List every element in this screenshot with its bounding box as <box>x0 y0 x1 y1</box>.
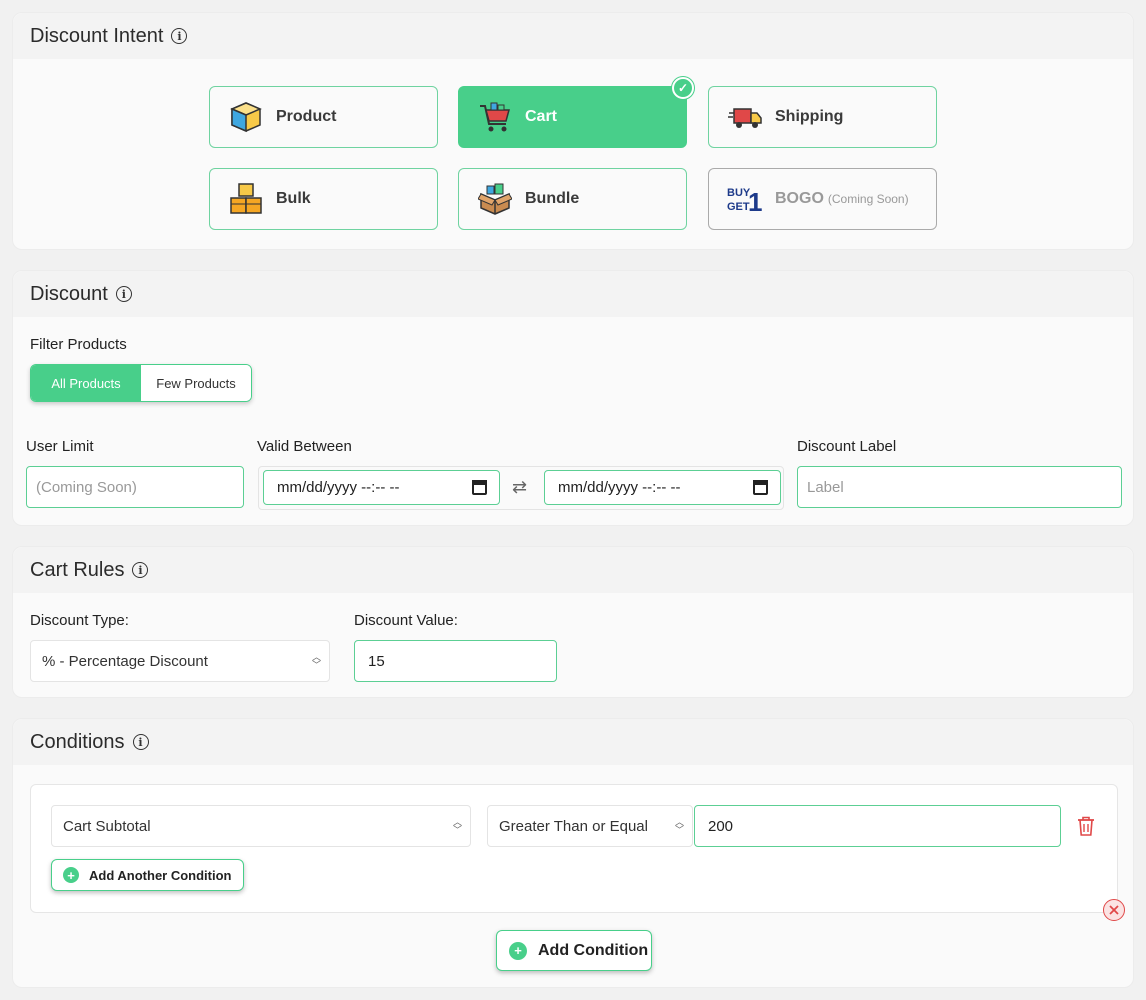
user-limit-input[interactable]: (Coming Soon) <box>26 466 244 508</box>
discount-title: Discount <box>30 282 108 305</box>
discount-type-value: % - Percentage Discount <box>42 652 208 670</box>
intent-card-product[interactable]: Product <box>209 86 438 148</box>
add-condition-label: Add Condition <box>538 941 649 959</box>
info-icon[interactable]: i <box>171 28 188 44</box>
cart-rules-title: Cart Rules <box>30 558 125 581</box>
coming-soon-label: (Coming Soon) <box>827 192 909 206</box>
discount-value-label: Discount Value: <box>354 612 458 629</box>
cart-rules-panel: Cart Rules i Discount Type: % - Percenta… <box>12 546 1134 698</box>
intent-card-label: Shipping <box>775 108 844 125</box>
intent-card-label: Product <box>276 108 337 125</box>
select-arrows-icon: ︿ ﹀ <box>452 817 462 835</box>
conditions-header: Conditions i <box>13 719 1133 765</box>
discount-type-select[interactable]: % - Percentage Discount ︿ ﹀ <box>30 640 330 682</box>
intent-card-bogo[interactable]: BUY GET 1 BOGO (Coming Soon) <box>708 168 937 230</box>
discount-type-label: Discount Type: <box>30 612 129 629</box>
date-from-value: mm/dd/yyyy --:-- -- <box>277 479 400 496</box>
condition-field-value: Cart Subtotal <box>63 817 151 835</box>
delete-trash-icon[interactable] <box>1077 816 1095 841</box>
intent-card-label: BOGO (Coming Soon) <box>775 190 909 208</box>
date-to-input[interactable]: mm/dd/yyyy --:-- -- <box>544 470 781 505</box>
calendar-icon[interactable] <box>753 480 768 495</box>
conditions-title: Conditions <box>30 730 125 753</box>
intent-card-cart[interactable]: Cart ✓ <box>458 77 694 148</box>
buy-get-1-icon: BUY GET 1 <box>727 181 763 217</box>
filter-few-products[interactable]: Few Products <box>141 365 251 401</box>
svg-text:1: 1 <box>748 187 762 216</box>
delivery-truck-icon <box>727 99 763 135</box>
info-icon[interactable]: i <box>115 286 132 302</box>
shopping-cart-icon <box>477 99 513 135</box>
condition-value-input[interactable]: 200 <box>694 805 1061 847</box>
intent-card-label: Bundle <box>525 190 580 207</box>
selected-check-icon: ✓ <box>672 77 694 99</box>
add-another-condition-label: Add Another Condition <box>89 867 232 883</box>
info-icon[interactable]: i <box>132 734 149 750</box>
discount-intent-panel: Discount Intent i Product Cart ✓ Shippin… <box>12 12 1134 250</box>
discount-intent-title: Discount Intent <box>30 24 164 47</box>
svg-text:GET: GET <box>727 201 750 213</box>
add-another-condition-button[interactable]: + Add Another Condition <box>51 859 244 891</box>
date-from-input[interactable]: mm/dd/yyyy --:-- -- <box>263 470 500 505</box>
intent-card-bundle[interactable]: Bundle <box>458 168 687 230</box>
stacked-boxes-icon <box>228 181 264 217</box>
condition-operator-select[interactable]: Greater Than or Equal ︿ ﹀ <box>487 805 693 847</box>
product-box-icon <box>228 99 264 135</box>
valid-between-label: Valid Between <box>257 438 352 455</box>
condition-field-select[interactable]: Cart Subtotal ︿ ﹀ <box>51 805 471 847</box>
plus-circle-icon: + <box>63 867 79 883</box>
filter-products-label: Filter Products <box>30 336 127 353</box>
discount-intent-header: Discount Intent i <box>13 13 1133 59</box>
valid-between-range: mm/dd/yyyy --:-- -- ⇄ mm/dd/yyyy --:-- -… <box>258 466 784 510</box>
add-condition-button[interactable]: + Add Condition <box>496 930 652 971</box>
info-icon[interactable]: i <box>132 562 149 578</box>
intent-card-label: Cart <box>525 108 558 125</box>
bundle-box-icon <box>477 181 513 217</box>
filter-all-products[interactable]: All Products <box>31 365 141 401</box>
remove-group-close-icon[interactable] <box>1103 899 1125 921</box>
conditions-panel: Conditions i Cart Subtotal ︿ ﹀ Greater Th… <box>12 718 1134 988</box>
select-arrows-icon: ︿ ﹀ <box>674 817 684 835</box>
cart-rules-header: Cart Rules i <box>13 547 1133 593</box>
discount-panel: Discount i Filter Products All Products … <box>12 270 1134 526</box>
bogo-label: BOGO <box>775 190 824 207</box>
intent-card-bulk[interactable]: Bulk <box>209 168 438 230</box>
discount-value-input[interactable]: 15 <box>354 640 557 682</box>
filter-products-toggle: All Products Few Products <box>30 364 252 402</box>
swap-arrows-icon: ⇄ <box>512 477 528 497</box>
select-arrows-icon: ︿ ﹀ <box>311 652 321 670</box>
user-limit-label: User Limit <box>26 438 94 455</box>
plus-circle-icon: + <box>509 941 527 960</box>
intent-card-shipping[interactable]: Shipping <box>708 86 937 148</box>
date-to-value: mm/dd/yyyy --:-- -- <box>558 479 681 496</box>
calendar-icon[interactable] <box>472 480 487 495</box>
intent-card-label: Bulk <box>276 190 311 207</box>
discount-label-label: Discount Label <box>797 438 897 455</box>
condition-operator-value: Greater Than or Equal <box>499 817 648 835</box>
discount-header: Discount i <box>13 271 1133 317</box>
discount-label-input[interactable]: Label <box>797 466 1122 508</box>
condition-group: Cart Subtotal ︿ ﹀ Greater Than or Equal ︿… <box>30 784 1118 913</box>
